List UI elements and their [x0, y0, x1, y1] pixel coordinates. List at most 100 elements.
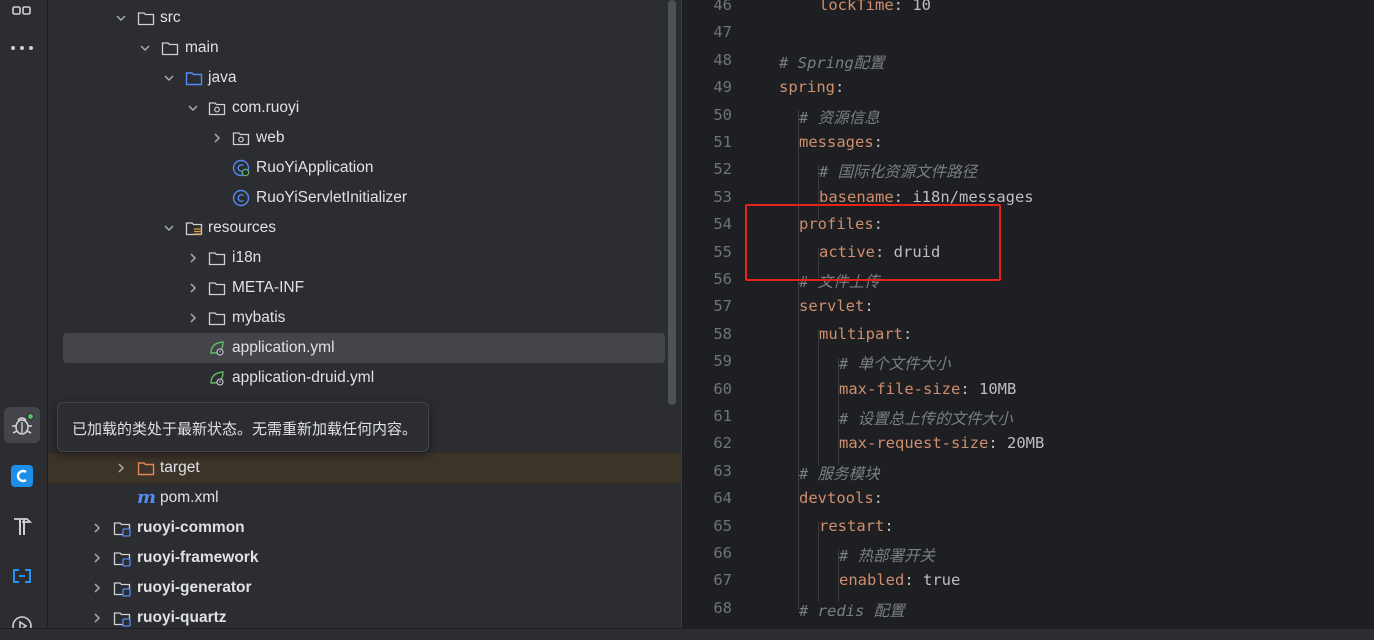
yaml-key: messages: [799, 133, 874, 151]
code-line[interactable]: 51 messages:: [682, 131, 1374, 158]
code-line[interactable]: 50 # 资源信息: [682, 104, 1374, 131]
code-text: restart:: [819, 516, 894, 535]
yaml-editor[interactable]: 46 lockTime: 10 47 48 # Spring配置 49 spring: 50 #…: [681, 0, 1374, 628]
chevron-right-icon[interactable]: [187, 311, 199, 325]
tree-item-ruoyi-framework[interactable]: ruoyi-framework: [48, 543, 667, 573]
code-line[interactable]: 52 # 国际化资源文件路径: [682, 158, 1374, 185]
tree-item-application-druid-yml[interactable]: application-druid.yml: [48, 363, 667, 393]
chevron-right-icon[interactable]: [187, 251, 199, 265]
chevron-down-icon[interactable]: [115, 11, 127, 25]
tree-item-resources[interactable]: resources: [48, 213, 667, 243]
folder-icon: [208, 252, 226, 266]
code-text: # Spring配置: [779, 51, 885, 73]
code-line[interactable]: 58 multipart:: [682, 323, 1374, 350]
code-text: # 服务模块: [799, 462, 880, 484]
chevron-down-icon[interactable]: [139, 41, 151, 55]
yaml-value: true: [923, 571, 961, 590]
tree-item-application-yml[interactable]: application.yml: [63, 333, 665, 363]
chevron-down-icon[interactable]: [163, 221, 175, 235]
code-line[interactable]: 48 # Spring配置: [682, 49, 1374, 76]
resources-folder-icon: [185, 222, 203, 236]
yaml-comment: # 设置总上传的文件大小: [839, 410, 1013, 428]
tree-scrollbar[interactable]: [668, 0, 676, 405]
tree-item-meta-inf[interactable]: META-INF: [48, 273, 667, 303]
code-line[interactable]: 46 lockTime: 10: [682, 0, 1374, 21]
build-icon[interactable]: [4, 508, 40, 544]
chevron-right-icon[interactable]: [91, 521, 103, 535]
tree-item-label: i18n: [232, 249, 262, 266]
line-number: 65: [713, 516, 732, 535]
tree-item-web[interactable]: web: [48, 123, 667, 153]
line-number: 50: [713, 105, 732, 124]
line-number: 54: [713, 215, 732, 234]
chevron-right-icon[interactable]: [91, 611, 103, 625]
tree-item-ruoyi-quartz[interactable]: ruoyi-quartz: [48, 603, 667, 628]
tree-item-label: META-INF: [232, 279, 305, 296]
tree-item-label: target: [160, 459, 200, 476]
code-line[interactable]: 68 # redis 配置: [682, 597, 1374, 624]
yaml-comment: # 热部署开关: [839, 547, 936, 565]
yaml-spring-icon: [210, 341, 224, 356]
code-text: # 设置总上传的文件大小: [839, 407, 1013, 429]
yaml-value: 10MB: [979, 379, 1017, 398]
code-line[interactable]: 63 # 服务模块: [682, 460, 1374, 487]
tree-item-com-ruoyi[interactable]: com.ruoyi: [48, 93, 667, 123]
yaml-spring-icon: [210, 371, 224, 386]
code-text: # 国际化资源文件路径: [819, 160, 977, 182]
tree-item-ruoyi-common[interactable]: ruoyi-common: [48, 513, 667, 543]
line-number: 46: [713, 0, 732, 14]
tree-item-i18n[interactable]: i18n: [48, 243, 667, 273]
code-line[interactable]: 60 max-file-size: 10MB: [682, 378, 1374, 405]
code-line[interactable]: 59 # 单个文件大小: [682, 350, 1374, 377]
code-line[interactable]: 67 enabled: true: [682, 569, 1374, 596]
yaml-value: 20MB: [1006, 434, 1045, 453]
chevron-right-icon[interactable]: [211, 131, 223, 145]
chevron-down-icon[interactable]: [163, 71, 175, 85]
chevron-right-icon[interactable]: [91, 551, 103, 565]
code-line[interactable]: 66 # 热部署开关: [682, 542, 1374, 569]
line-number: 58: [713, 324, 732, 343]
code-line[interactable]: 57 servlet:: [682, 295, 1374, 322]
tree-item-java[interactable]: java: [48, 63, 667, 93]
chevron-right-icon[interactable]: [115, 461, 127, 475]
line-number: 63: [713, 461, 732, 480]
class-icon: [232, 189, 250, 207]
yaml-key: spring: [779, 78, 835, 97]
project-tree: src main java com.ruoyi web RuoYiApplica…: [48, 0, 681, 628]
tree-item-label: src: [160, 9, 181, 26]
line-number: 49: [713, 78, 732, 97]
code-line[interactable]: 65 restart:: [682, 515, 1374, 542]
tree-item-ruoyi-application[interactable]: RuoYiApplication: [48, 153, 667, 183]
code-line[interactable]: 47: [682, 21, 1374, 48]
tree-item-ruoyi-servlet-initializer[interactable]: RuoYiServletInitializer: [48, 183, 667, 213]
code-line[interactable]: 64 devtools:: [682, 487, 1374, 514]
debug-icon[interactable]: [4, 407, 40, 443]
tree-item-ruoyi-generator[interactable]: ruoyi-generator: [48, 573, 667, 603]
tree-item-target[interactable]: target: [48, 453, 681, 483]
project-view-icon[interactable]: [4, 0, 40, 34]
line-number: 55: [713, 242, 732, 261]
code-text: devtools:: [799, 489, 883, 508]
chevron-right-icon[interactable]: [91, 581, 103, 595]
module-icon: [113, 522, 131, 537]
code-line[interactable]: 61 # 设置总上传的文件大小: [682, 405, 1374, 432]
tree-item-mybatis[interactable]: mybatis: [48, 303, 667, 333]
chevron-down-icon[interactable]: [187, 101, 199, 115]
more-icon[interactable]: [4, 30, 40, 66]
line-number: 53: [713, 187, 732, 206]
tree-item-label: ruoyi-generator: [137, 579, 252, 596]
tree-item-label: web: [256, 129, 285, 146]
tree-item-src[interactable]: src: [48, 3, 667, 33]
tree-item-label: mybatis: [232, 309, 286, 326]
yaml-comment: # redis 配置: [799, 601, 905, 620]
remote-icon[interactable]: [4, 558, 40, 594]
tree-item-pom-xml[interactable]: m pom.xml: [48, 483, 667, 513]
code-line[interactable]: 49 spring:: [682, 76, 1374, 103]
yaml-comment: # 资源信息: [799, 108, 880, 127]
tree-item-label: main: [185, 39, 219, 56]
codegeex-icon[interactable]: [4, 458, 40, 494]
code-line[interactable]: 62 max-request-size: 20MB: [682, 432, 1374, 459]
tree-item-main[interactable]: main: [48, 33, 667, 63]
chevron-right-icon[interactable]: [187, 281, 199, 295]
code-text: servlet:: [799, 297, 874, 316]
